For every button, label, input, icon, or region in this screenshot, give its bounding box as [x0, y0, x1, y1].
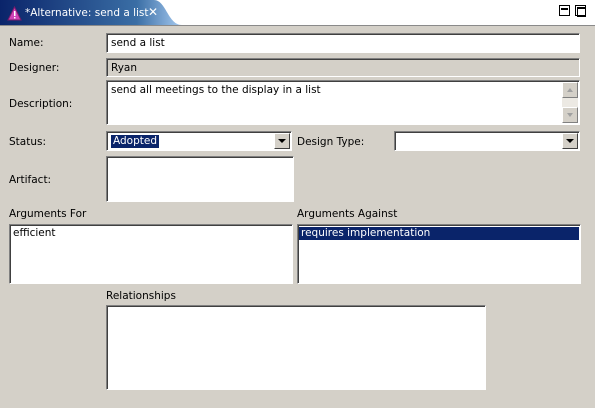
list-item[interactable]: requires implementation [299, 227, 579, 240]
designer-field: Ryan [106, 58, 580, 77]
design-type-combo-value [399, 135, 403, 148]
editor-tab[interactable]: *Alternative: send a list ✕ [0, 0, 182, 26]
arguments-for-label: Arguments For [9, 208, 87, 220]
description-field-value: send all meetings to the display in a li… [111, 84, 321, 96]
minimize-icon[interactable] [559, 5, 570, 16]
relationships-list[interactable] [106, 305, 486, 390]
name-label: Name: [9, 37, 44, 49]
scroll-down-icon[interactable] [562, 107, 578, 123]
chevron-down-icon[interactable] [274, 133, 290, 149]
scroll-up-icon[interactable] [562, 82, 578, 98]
design-type-combo[interactable] [394, 131, 580, 151]
status-label: Status: [9, 136, 46, 148]
chevron-down-icon[interactable] [562, 133, 578, 149]
description-field[interactable]: send all meetings to the display in a li… [106, 80, 580, 125]
alternative-triangle-icon [7, 6, 22, 21]
maximize-icon[interactable] [575, 5, 586, 17]
name-field[interactable]: send a list [106, 33, 580, 53]
artifact-list[interactable] [106, 156, 294, 202]
description-scrollbar[interactable] [562, 82, 578, 123]
name-field-value: send a list [111, 37, 165, 49]
tab-title: *Alternative: send a list [25, 7, 149, 19]
relationships-label: Relationships [106, 290, 176, 302]
close-icon[interactable]: ✕ [146, 5, 160, 19]
status-combo-value: Adopted [110, 134, 160, 149]
editor-tab-strip: *Alternative: send a list ✕ [0, 0, 595, 26]
arguments-for-list[interactable]: efficient [9, 224, 293, 284]
arguments-against-label: Arguments Against [297, 208, 398, 220]
alternative-editor: *Alternative: send a list ✕ Name: send a… [0, 0, 595, 408]
designer-label: Designer: [9, 62, 60, 74]
artifact-label: Artifact: [9, 174, 52, 186]
status-combo[interactable]: Adopted [106, 131, 292, 151]
tab-divider [0, 25, 595, 26]
list-item[interactable]: efficient [11, 227, 291, 240]
arguments-against-list[interactable]: requires implementation [297, 224, 581, 284]
design-type-label: Design Type: [297, 136, 365, 148]
designer-field-value: Ryan [111, 62, 138, 74]
description-label: Description: [9, 98, 73, 110]
